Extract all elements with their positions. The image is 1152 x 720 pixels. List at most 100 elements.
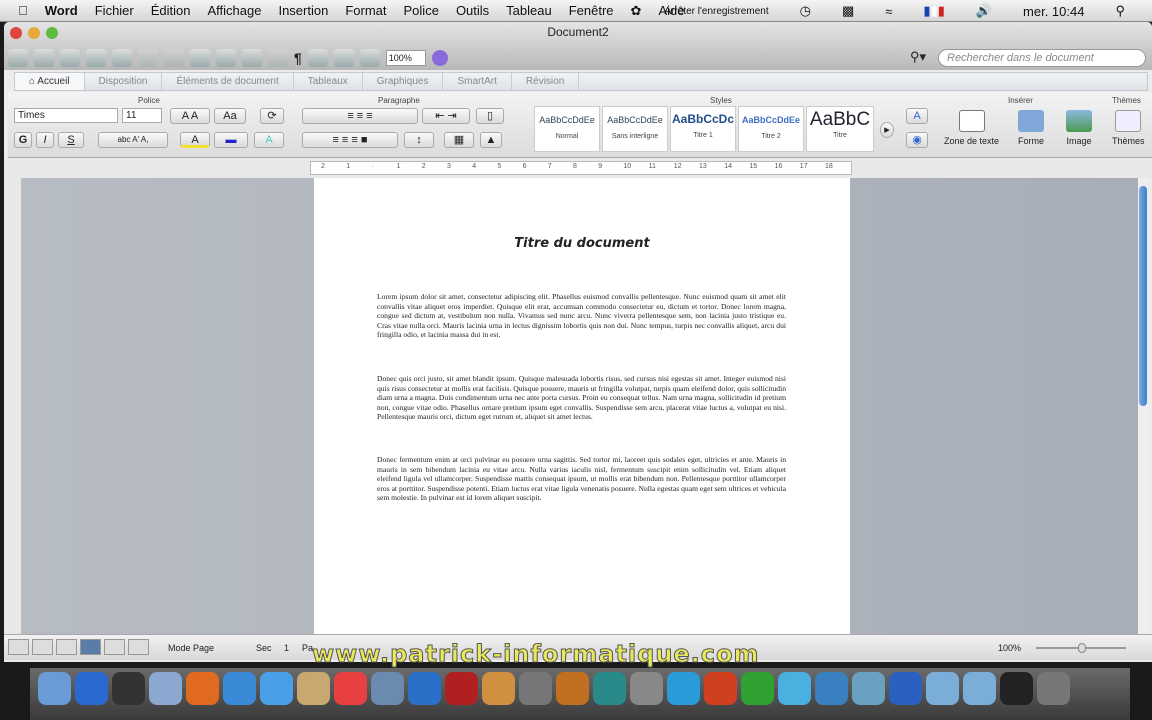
pilcrow-icon[interactable]: ¶: [294, 50, 302, 66]
zoom-slider-thumb[interactable]: [1078, 643, 1086, 653]
menu-insertion[interactable]: Insertion: [278, 3, 328, 18]
tab-smartart[interactable]: SmartArt: [443, 73, 512, 90]
dock-dashboard-icon[interactable]: [112, 672, 145, 705]
view-notebook-button[interactable]: [104, 639, 125, 655]
gallery-icon[interactable]: [34, 49, 54, 67]
sidebar-icon[interactable]: [307, 49, 328, 67]
dock-finder-icon[interactable]: [38, 672, 71, 705]
dock-trash-icon[interactable]: [1037, 672, 1070, 705]
italic-button[interactable]: I: [36, 132, 54, 148]
print-icon[interactable]: [112, 49, 132, 67]
themes-button[interactable]: Thèmes: [1112, 110, 1145, 146]
wifi-icon[interactable]: ≈: [885, 4, 892, 19]
tab-graphiques[interactable]: Graphiques: [363, 73, 444, 90]
highlight-button[interactable]: A: [180, 132, 210, 148]
dock-mail-icon[interactable]: [149, 672, 182, 705]
dock-powerpoint-icon[interactable]: [704, 672, 737, 705]
dock-app-store-icon[interactable]: [75, 672, 108, 705]
tab-accueil[interactable]: ⌂ Accueil: [15, 73, 85, 90]
insert-image[interactable]: Image: [1066, 110, 1092, 146]
tab-disposition[interactable]: Disposition: [85, 73, 163, 90]
dock-download-icon[interactable]: [815, 672, 848, 705]
bold-button[interactable]: G: [14, 132, 32, 148]
spotlight-icon[interactable]: ⚲: [1115, 3, 1125, 19]
list-buttons[interactable]: ≡ ≡ ≡: [302, 108, 418, 124]
paste-icon[interactable]: [190, 49, 210, 67]
open-icon[interactable]: [60, 49, 80, 67]
dock-imovie-icon[interactable]: [519, 672, 552, 705]
style-titre-1[interactable]: AaBbCcDc Titre 1: [670, 106, 736, 152]
dock-music-icon[interactable]: [1000, 672, 1033, 705]
paragraph-3[interactable]: Donec fermentum enim at orci pulvinar eu…: [377, 455, 786, 503]
dock-iphoto-icon[interactable]: [371, 672, 404, 705]
menu-tableau[interactable]: Tableau: [506, 3, 552, 18]
text-styles-icon[interactable]: A: [906, 108, 928, 124]
insert-text-box[interactable]: Zone de texte: [944, 110, 999, 146]
zoom-field[interactable]: 100%: [385, 50, 426, 66]
change-case-button[interactable]: Aa: [214, 108, 246, 124]
document-page[interactable]: Titre du document Lorem ipsum dolor sit …: [314, 178, 850, 634]
redo-icon[interactable]: [268, 49, 288, 67]
line-spacing-button[interactable]: ↕: [404, 132, 434, 148]
insert-shape[interactable]: Forme: [1018, 110, 1044, 146]
paragraph-1[interactable]: Lorem ipsum dolor sit amet, consectetur …: [377, 292, 786, 340]
indent-buttons[interactable]: ⇤ ⇥: [422, 108, 470, 124]
style-normal[interactable]: AaBbCcDdEe Normal: [534, 106, 600, 152]
format-painter-icon[interactable]: [216, 49, 236, 67]
paragraph-2[interactable]: Donec quis orci justo, sit amet blandit …: [377, 374, 786, 422]
tab-elements-document[interactable]: Éléments de document: [162, 73, 294, 90]
menu-edition[interactable]: Édition: [151, 3, 191, 18]
dock-address-book-icon[interactable]: [297, 672, 330, 705]
dock-ical-icon[interactable]: [334, 672, 367, 705]
document-title[interactable]: Titre du document: [314, 236, 850, 251]
tab-tableaux[interactable]: Tableaux: [294, 73, 363, 90]
menu-police[interactable]: Police: [404, 3, 439, 18]
dock-excel-icon[interactable]: [741, 672, 774, 705]
view-page-button[interactable]: [80, 639, 101, 655]
copy-icon[interactable]: [164, 49, 184, 67]
font-color-button[interactable]: ▬: [214, 132, 248, 148]
new-from-template-icon[interactable]: [8, 49, 28, 67]
dock-quicktime-icon[interactable]: [889, 672, 922, 705]
dock-preview-icon[interactable]: [852, 672, 885, 705]
view-draft-button[interactable]: [8, 639, 29, 655]
cut-icon[interactable]: [138, 49, 158, 67]
menu-outils[interactable]: Outils: [456, 3, 489, 18]
horizontal-ruler[interactable]: 2 1 · 1 2 3 4 5 6 7 8 9 10 11 12 13 14 15 16 17 18: [310, 161, 852, 175]
menu-format[interactable]: Format: [345, 3, 386, 18]
dock-system-preferences-icon[interactable]: [630, 672, 663, 705]
underline-button[interactable]: S: [58, 132, 84, 148]
dock-iphoto-2-icon[interactable]: [482, 672, 515, 705]
search-input[interactable]: Rechercher dans le document: [938, 49, 1146, 67]
text-effects-button[interactable]: A: [254, 132, 284, 148]
view-outline-button[interactable]: [32, 639, 53, 655]
shading-button[interactable]: ▲: [480, 132, 502, 148]
styles-next-icon[interactable]: ▸: [880, 122, 894, 138]
clock[interactable]: mer. 10:44: [1023, 4, 1084, 19]
style-titre[interactable]: AaBbC Titre: [806, 106, 874, 152]
dock-itunes-icon[interactable]: [408, 672, 441, 705]
scrollbar-thumb[interactable]: [1139, 186, 1147, 406]
font-size-field[interactable]: 11: [122, 108, 162, 123]
help-icon[interactable]: [431, 50, 448, 66]
style-sans-interligne[interactable]: AaBbCcDdEe Sans interligne: [602, 106, 668, 152]
menu-word[interactable]: Word: [45, 3, 78, 18]
apple-icon[interactable]: : [18, 3, 28, 18]
dock-firefox-icon[interactable]: [186, 672, 219, 705]
dock-safari-icon[interactable]: [223, 672, 256, 705]
stop-recording[interactable]: Arrêter l'enregistrement: [664, 6, 768, 17]
dock-garageband-icon[interactable]: [556, 672, 589, 705]
view-fullscreen-button[interactable]: [128, 639, 149, 655]
style-titre-2[interactable]: AaBbCcDdEe Titre 2: [738, 106, 804, 152]
dock-applications-folder-icon[interactable]: [926, 672, 959, 705]
volume-icon[interactable]: 🔊: [976, 3, 992, 19]
vertical-scrollbar[interactable]: [1138, 178, 1148, 634]
alignment-buttons[interactable]: ≡ ≡ ≡ ■: [302, 132, 398, 148]
dock-time-machine-icon[interactable]: [593, 672, 626, 705]
save-icon[interactable]: [86, 49, 106, 67]
menu-affichage[interactable]: Affichage: [208, 3, 262, 18]
menu-fenetre[interactable]: Fenêtre: [569, 3, 614, 18]
dock-messenger-icon[interactable]: [778, 672, 811, 705]
time-machine-icon[interactable]: ◷: [800, 3, 811, 19]
flag-fr-icon[interactable]: ▮▮▮: [923, 3, 944, 19]
